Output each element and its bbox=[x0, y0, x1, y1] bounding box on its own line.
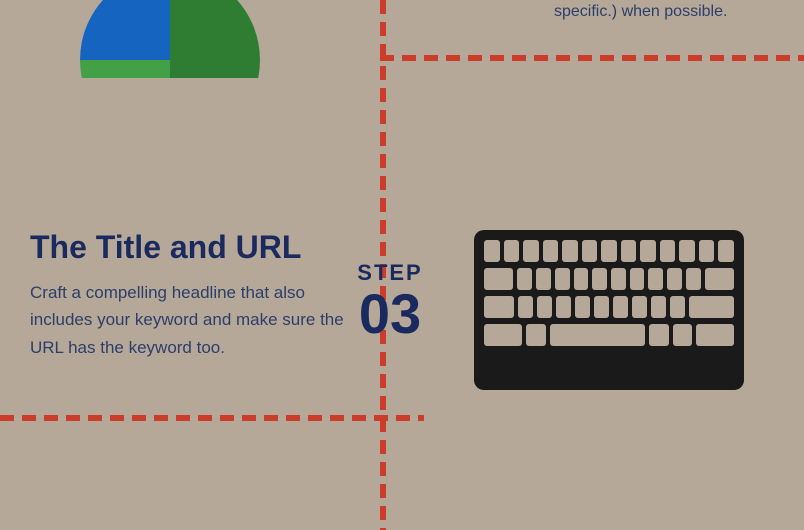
key bbox=[640, 240, 656, 262]
key bbox=[673, 324, 692, 346]
key bbox=[611, 268, 626, 290]
main-container: specific.) when possible. The Title and … bbox=[0, 0, 804, 530]
key bbox=[613, 296, 628, 318]
key bbox=[517, 268, 532, 290]
key bbox=[574, 268, 589, 290]
key bbox=[686, 268, 701, 290]
step-number: 03 bbox=[359, 282, 421, 345]
section-body: Craft a compelling headline that also in… bbox=[30, 279, 360, 361]
keyboard-row-1 bbox=[484, 240, 734, 262]
spacebar-key bbox=[550, 324, 646, 346]
key bbox=[536, 268, 551, 290]
horizontal-dashed-bottom bbox=[0, 415, 424, 421]
key bbox=[484, 268, 513, 290]
horizontal-dashed-top bbox=[380, 55, 804, 61]
key bbox=[556, 296, 571, 318]
key bbox=[484, 240, 500, 262]
key bbox=[575, 296, 590, 318]
key bbox=[504, 240, 520, 262]
key bbox=[679, 240, 695, 262]
keyboard-illustration bbox=[474, 230, 744, 400]
key bbox=[555, 268, 570, 290]
key bbox=[537, 296, 552, 318]
key bbox=[523, 240, 539, 262]
key bbox=[621, 240, 637, 262]
key bbox=[630, 268, 645, 290]
step-container: STEP 03 bbox=[340, 260, 440, 342]
key bbox=[484, 324, 522, 346]
top-right-text: specific.) when possible. bbox=[554, 0, 774, 24]
key bbox=[526, 324, 545, 346]
key bbox=[484, 296, 514, 318]
key bbox=[718, 240, 734, 262]
left-content-section: The Title and URL Craft a compelling hea… bbox=[30, 230, 360, 361]
key bbox=[648, 268, 663, 290]
decorative-circle bbox=[80, 0, 260, 150]
key bbox=[699, 240, 715, 262]
key bbox=[562, 240, 578, 262]
section-title: The Title and URL bbox=[30, 230, 360, 265]
key bbox=[651, 296, 666, 318]
keyboard-row-4 bbox=[484, 324, 734, 346]
keyboard-row-3 bbox=[484, 296, 734, 318]
key bbox=[518, 296, 533, 318]
key bbox=[649, 324, 668, 346]
key bbox=[696, 324, 734, 346]
key bbox=[601, 240, 617, 262]
key bbox=[689, 296, 734, 318]
key bbox=[582, 240, 598, 262]
key bbox=[705, 268, 734, 290]
key bbox=[592, 268, 607, 290]
key bbox=[667, 268, 682, 290]
keyboard-row-2 bbox=[484, 268, 734, 290]
key bbox=[660, 240, 676, 262]
key bbox=[670, 296, 685, 318]
key bbox=[632, 296, 647, 318]
keyboard-body bbox=[474, 230, 744, 390]
key bbox=[594, 296, 609, 318]
key bbox=[543, 240, 559, 262]
